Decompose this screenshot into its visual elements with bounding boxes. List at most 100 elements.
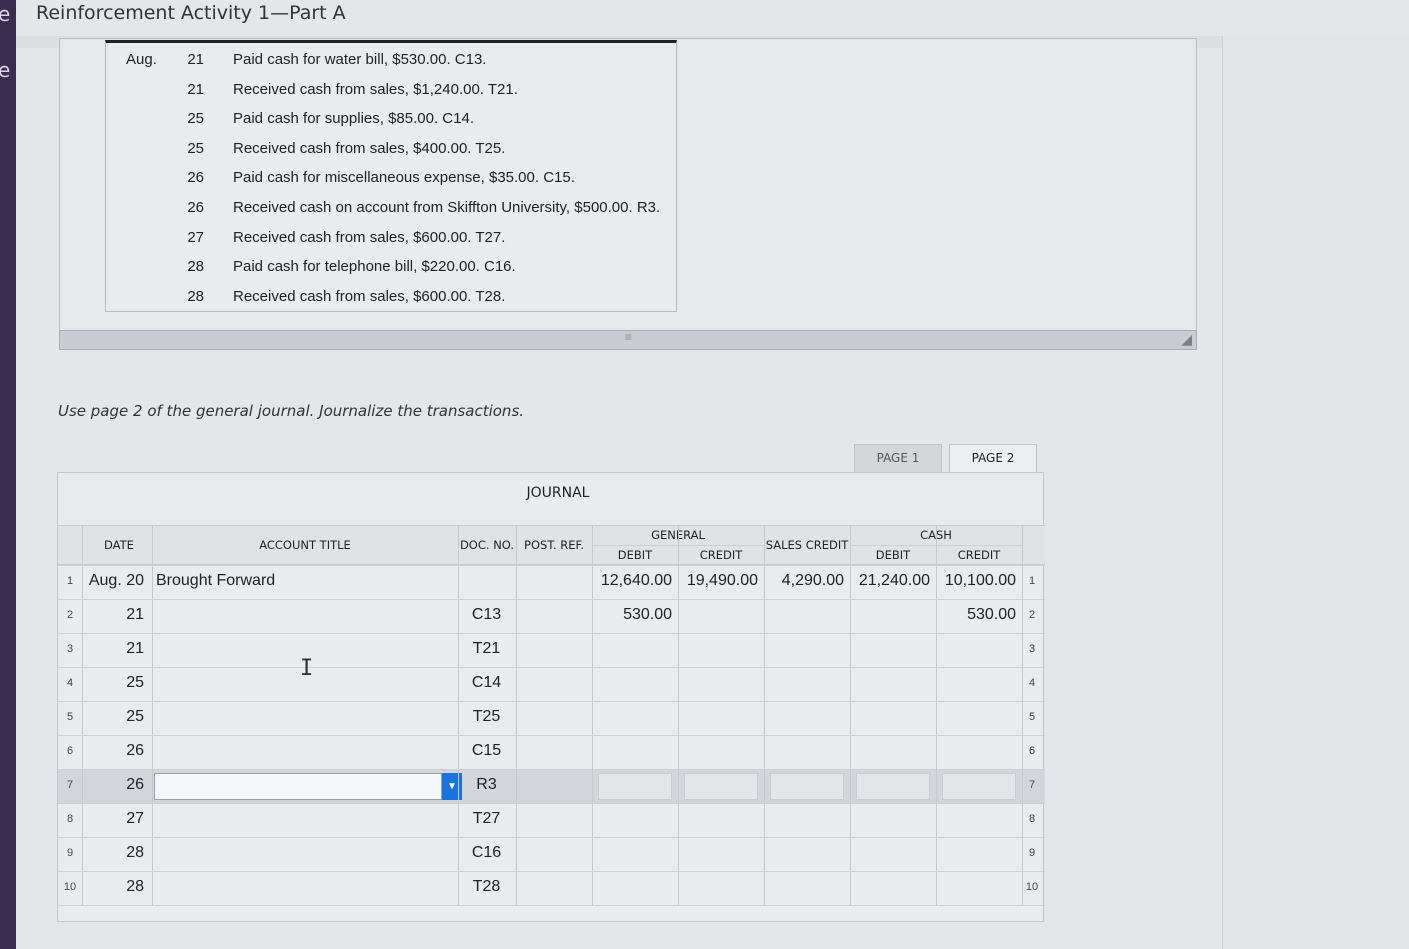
row-divider bbox=[58, 871, 1045, 872]
transaction-day: 21 bbox=[187, 51, 204, 68]
row-divider bbox=[58, 565, 1045, 566]
row-divider bbox=[58, 633, 1045, 634]
column-divider bbox=[764, 525, 765, 905]
page-title: Reinforcement Activity 1—Part A bbox=[36, 2, 346, 24]
row-date: 28 bbox=[126, 844, 144, 861]
amount-input-cash-debit[interactable] bbox=[856, 773, 930, 800]
row-divider bbox=[58, 735, 1045, 736]
journal-header: DATE ACCOUNT TITLE DOC. NO. POST. REF. G… bbox=[58, 525, 1045, 565]
amount-gen-debit[interactable]: 530.00 bbox=[592, 606, 672, 624]
header-cash-credit: CREDIT bbox=[957, 548, 1001, 562]
amount-gen-credit[interactable]: 19,490.00 bbox=[678, 572, 758, 590]
amount-input-cash-credit[interactable] bbox=[942, 773, 1016, 800]
transaction-text: Paid cash for telephone bill, $220.00. C… bbox=[233, 258, 516, 276]
account-title-cell[interactable]: Brought Forward bbox=[156, 572, 275, 590]
row-number: 1 bbox=[66, 575, 74, 587]
amount-input-gen-credit[interactable] bbox=[684, 773, 758, 800]
row-date: 21 bbox=[126, 640, 144, 657]
instruction-text: Use page 2 of the general journal. Journ… bbox=[58, 402, 525, 420]
doc-no-cell: T25 bbox=[472, 708, 501, 725]
transaction-day: 25 bbox=[187, 110, 204, 128]
tab-page-2[interactable]: PAGE 2 bbox=[949, 444, 1037, 472]
table-row: 2 21 C13 530.00 530.00 2 bbox=[58, 599, 1045, 633]
transaction-day: 27 bbox=[187, 228, 204, 246]
doc-no-cell: R3 bbox=[476, 776, 497, 793]
column-divider bbox=[82, 525, 83, 905]
transaction-text: Paid cash for water bill, $530.00. C13. bbox=[233, 51, 487, 68]
column-divider bbox=[592, 525, 593, 905]
transaction-text: Paid cash for supplies, $85.00. C14. bbox=[233, 110, 474, 128]
transaction-row: 28 Paid cash for telephone bill, $220.00.… bbox=[106, 252, 676, 281]
doc-no-cell: T27 bbox=[472, 810, 501, 827]
transaction-day: 21 bbox=[187, 80, 204, 98]
table-row: 1 Aug. 20 Brought Forward 12,640.00 19,490.0… bbox=[58, 565, 1045, 599]
transaction-row: 28 Received cash from sales, $600.00. T28… bbox=[106, 282, 676, 311]
doc-no-cell: C14 bbox=[471, 674, 502, 691]
right-panel bbox=[1222, 36, 1409, 949]
amount-input-gen-debit[interactable] bbox=[598, 773, 672, 800]
account-title-input[interactable] bbox=[154, 773, 442, 800]
row-number: 4 bbox=[66, 677, 74, 689]
row-date: 25 bbox=[126, 708, 144, 725]
header-general-credit: CREDIT bbox=[699, 548, 743, 562]
table-row: 6 26 C15 6 bbox=[58, 735, 1045, 769]
header-sales-credit: SALES CREDIT bbox=[765, 538, 849, 552]
row-number: 7 bbox=[66, 779, 74, 791]
transaction-row: 25 Paid cash for supplies, $85.00. C14. bbox=[106, 104, 676, 133]
amount-input-sales-credit[interactable] bbox=[770, 773, 844, 800]
transaction-text: Received cash from sales, $600.00. T27. bbox=[233, 228, 506, 246]
header-cash-debit: DEBIT bbox=[875, 548, 911, 562]
doc-no-cell: C15 bbox=[471, 742, 502, 759]
resize-corner-icon[interactable]: ◢ bbox=[1181, 331, 1192, 348]
doc-no-cell: T28 bbox=[472, 878, 501, 895]
row-date: 26 bbox=[126, 776, 144, 793]
row-date: 21 bbox=[126, 606, 144, 623]
row-divider bbox=[58, 905, 1045, 906]
row-divider bbox=[58, 837, 1045, 838]
row-date: 27 bbox=[126, 810, 144, 827]
amount-cash-debit[interactable]: 21,240.00 bbox=[850, 572, 930, 590]
transaction-day: 25 bbox=[187, 139, 204, 157]
transactions-list: Aug. 21 Paid cash for water bill, $530.00.… bbox=[105, 40, 677, 312]
header-general-debit: DEBIT bbox=[617, 548, 653, 562]
row-divider bbox=[58, 769, 1045, 770]
transaction-text: Received cash from sales, $400.00. T25. bbox=[233, 139, 506, 157]
row-number-right: 3 bbox=[1028, 643, 1036, 655]
amount-cash-credit[interactable]: 530.00 bbox=[936, 606, 1016, 624]
row-date: 28 bbox=[126, 878, 144, 895]
row-date: 26 bbox=[126, 742, 144, 759]
row-number-right: 2 bbox=[1028, 609, 1036, 621]
amount-cash-credit[interactable]: 10,100.00 bbox=[936, 572, 1016, 590]
header-doc-no: DOC. NO. bbox=[459, 538, 515, 552]
transaction-day: 26 bbox=[187, 199, 204, 216]
tab-page-1[interactable]: PAGE 1 bbox=[854, 444, 942, 472]
transaction-row: 21 Received cash from sales, $1,240.00. T… bbox=[106, 75, 676, 104]
transaction-row: 27 Received cash from sales, $600.00. T27… bbox=[106, 223, 676, 252]
journal-title: JOURNAL bbox=[526, 485, 590, 501]
doc-no-cell: C13 bbox=[471, 606, 502, 623]
row-number-right: 4 bbox=[1028, 677, 1036, 689]
left-edge-panel: e e bbox=[0, 0, 16, 949]
amount-gen-debit[interactable]: 12,640.00 bbox=[592, 572, 672, 590]
column-divider bbox=[152, 525, 153, 905]
amount-sales-credit[interactable]: 4,290.00 bbox=[764, 572, 844, 590]
table-row: 7 26 ▼ R3 7 bbox=[58, 769, 1045, 803]
row-number-right: 9 bbox=[1028, 847, 1036, 859]
text-cursor-icon: I bbox=[300, 656, 314, 681]
transaction-text: Received cash from sales, $600.00. T28. bbox=[233, 287, 506, 305]
column-divider bbox=[678, 525, 679, 905]
table-row: 3 21 T21 3 bbox=[58, 633, 1045, 667]
row-number: 2 bbox=[66, 609, 74, 621]
transaction-row: Aug. 21 Paid cash for water bill, $530.00.… bbox=[106, 45, 676, 74]
row-number-right: 1 bbox=[1028, 575, 1036, 587]
transaction-day: 28 bbox=[187, 287, 204, 305]
grip-icon: ≡ bbox=[625, 330, 633, 344]
resize-handle[interactable]: ≡ ◢ bbox=[59, 330, 1197, 350]
edge-glyph: e bbox=[0, 2, 11, 26]
column-divider bbox=[1022, 525, 1023, 905]
row-number-right: 5 bbox=[1028, 711, 1036, 723]
row-date: 25 bbox=[126, 674, 144, 691]
row-number: 9 bbox=[66, 847, 74, 859]
row-divider bbox=[58, 599, 1045, 600]
transaction-row: 26 Received cash on account from Skiffton… bbox=[106, 193, 676, 222]
